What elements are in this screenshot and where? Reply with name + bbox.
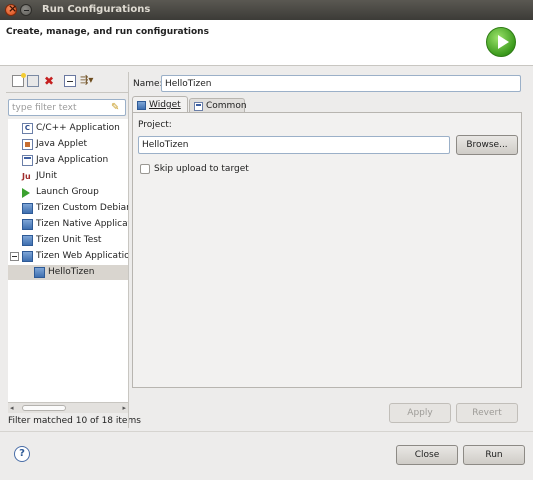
tree-item-launch-group[interactable]: Launch Group	[8, 185, 128, 200]
tree-item-label: Tizen Web Application	[36, 251, 128, 261]
tree-item-tizen-custom-debian[interactable]: Tizen Custom Debian P	[8, 201, 128, 216]
delete-icon[interactable]: ✖	[43, 75, 55, 87]
project-field[interactable]	[138, 136, 450, 154]
tab-label: Widget	[149, 100, 181, 110]
tree-item-tizen-unit-test[interactable]: Tizen Unit Test	[8, 233, 128, 248]
java-applet-icon	[22, 139, 33, 150]
minimize-window-icon[interactable]	[20, 4, 32, 16]
tree-item-label: Tizen Unit Test	[36, 235, 102, 245]
tizen-icon	[22, 203, 33, 214]
tab-common[interactable]: Common	[189, 98, 247, 112]
tree-item-label: Java Application	[36, 155, 109, 165]
filter-menu-icon[interactable]: ⇶▾	[80, 75, 102, 87]
widget-icon	[137, 101, 146, 110]
c-app-icon: C	[22, 123, 33, 134]
common-icon	[194, 102, 203, 111]
java-app-icon	[22, 155, 33, 166]
new-configuration-icon[interactable]	[12, 73, 26, 87]
title-bar: Run Configurations	[0, 0, 533, 20]
configurations-toolbar: ✖ ⇶▾	[6, 72, 128, 92]
project-label: Project:	[138, 120, 172, 130]
tree-item-label: C/C++ Application	[36, 123, 120, 133]
run-icon	[486, 27, 516, 57]
skip-upload-label: Skip upload to target	[154, 164, 249, 174]
name-label: Name:	[133, 79, 163, 89]
tab-widget[interactable]: Widget	[132, 96, 188, 112]
tree-item-label: HelloTizen	[48, 267, 95, 277]
collapse-toggle-icon[interactable]	[10, 252, 19, 261]
footer-divider	[0, 431, 533, 432]
scroll-left-icon[interactable]: ◂	[10, 404, 14, 412]
launch-group-icon	[22, 188, 30, 198]
horizontal-scrollbar[interactable]: ◂ ▸	[8, 402, 128, 413]
close-window-icon[interactable]	[5, 2, 17, 16]
skip-upload-checkbox[interactable]	[140, 164, 150, 174]
tree-item-label: Tizen Native Applicatio	[36, 219, 128, 229]
configuration-tree: C C/C++ Application Java Applet Java App…	[8, 119, 128, 403]
configuration-editor: Name: Widget Common Project: Browse... S…	[132, 72, 528, 428]
browse-button[interactable]: Browse...	[456, 135, 518, 155]
filter-input[interactable]	[12, 101, 107, 114]
panel-splitter[interactable]	[128, 72, 131, 428]
scroll-right-icon[interactable]: ▸	[122, 404, 126, 412]
clear-filter-icon[interactable]: ✎	[111, 102, 122, 113]
tab-label: Common	[206, 101, 247, 111]
tree-item-junit[interactable]: Ju JUnit	[8, 169, 128, 184]
scrollbar-thumb[interactable]	[22, 405, 66, 411]
tizen-icon	[34, 267, 45, 278]
window-title: Run Configurations	[42, 4, 151, 15]
configurations-panel: ✖ ⇶▾ ✎ C C/C++ Application Java Applet J…	[6, 72, 141, 428]
tree-item-label: Launch Group	[36, 187, 99, 197]
filter-box: ✎	[8, 99, 126, 116]
tizen-icon	[22, 219, 33, 230]
tree-item-cpp-application[interactable]: C C/C++ Application	[8, 121, 128, 136]
tree-item-java-applet[interactable]: Java Applet	[8, 137, 128, 152]
collapse-all-icon[interactable]	[64, 75, 76, 87]
dialog-header: Create, manage, and run configurations	[0, 20, 533, 66]
editor-tabs: Widget Common	[132, 96, 522, 112]
tree-item-label: Tizen Custom Debian P	[36, 203, 128, 213]
tree-item-label: JUnit	[36, 171, 57, 181]
close-button[interactable]: Close	[396, 445, 458, 465]
junit-icon: Ju	[22, 172, 31, 181]
tizen-icon	[22, 235, 33, 246]
tree-item-java-application[interactable]: Java Application	[8, 153, 128, 168]
revert-button[interactable]: Revert	[456, 403, 518, 423]
tree-item-label: Java Applet	[36, 139, 88, 149]
tree-item-hellotizen[interactable]: HelloTizen	[8, 265, 128, 280]
run-button[interactable]: Run	[463, 445, 525, 465]
widget-tab-content: Project: Browse... Skip upload to target	[132, 112, 522, 388]
name-field[interactable]	[161, 75, 521, 92]
tree-item-tizen-native-application[interactable]: Tizen Native Applicatio	[8, 217, 128, 232]
filter-status: Filter matched 10 of 18 items	[8, 416, 141, 426]
apply-button[interactable]: Apply	[389, 403, 451, 423]
duplicate-icon[interactable]	[27, 75, 39, 87]
tizen-icon	[22, 251, 33, 262]
header-title: Create, manage, and run configurations	[6, 27, 209, 37]
tree-item-tizen-web-application[interactable]: Tizen Web Application	[8, 249, 128, 264]
toolbar-divider	[6, 92, 128, 93]
help-icon[interactable]: ?	[14, 446, 30, 462]
